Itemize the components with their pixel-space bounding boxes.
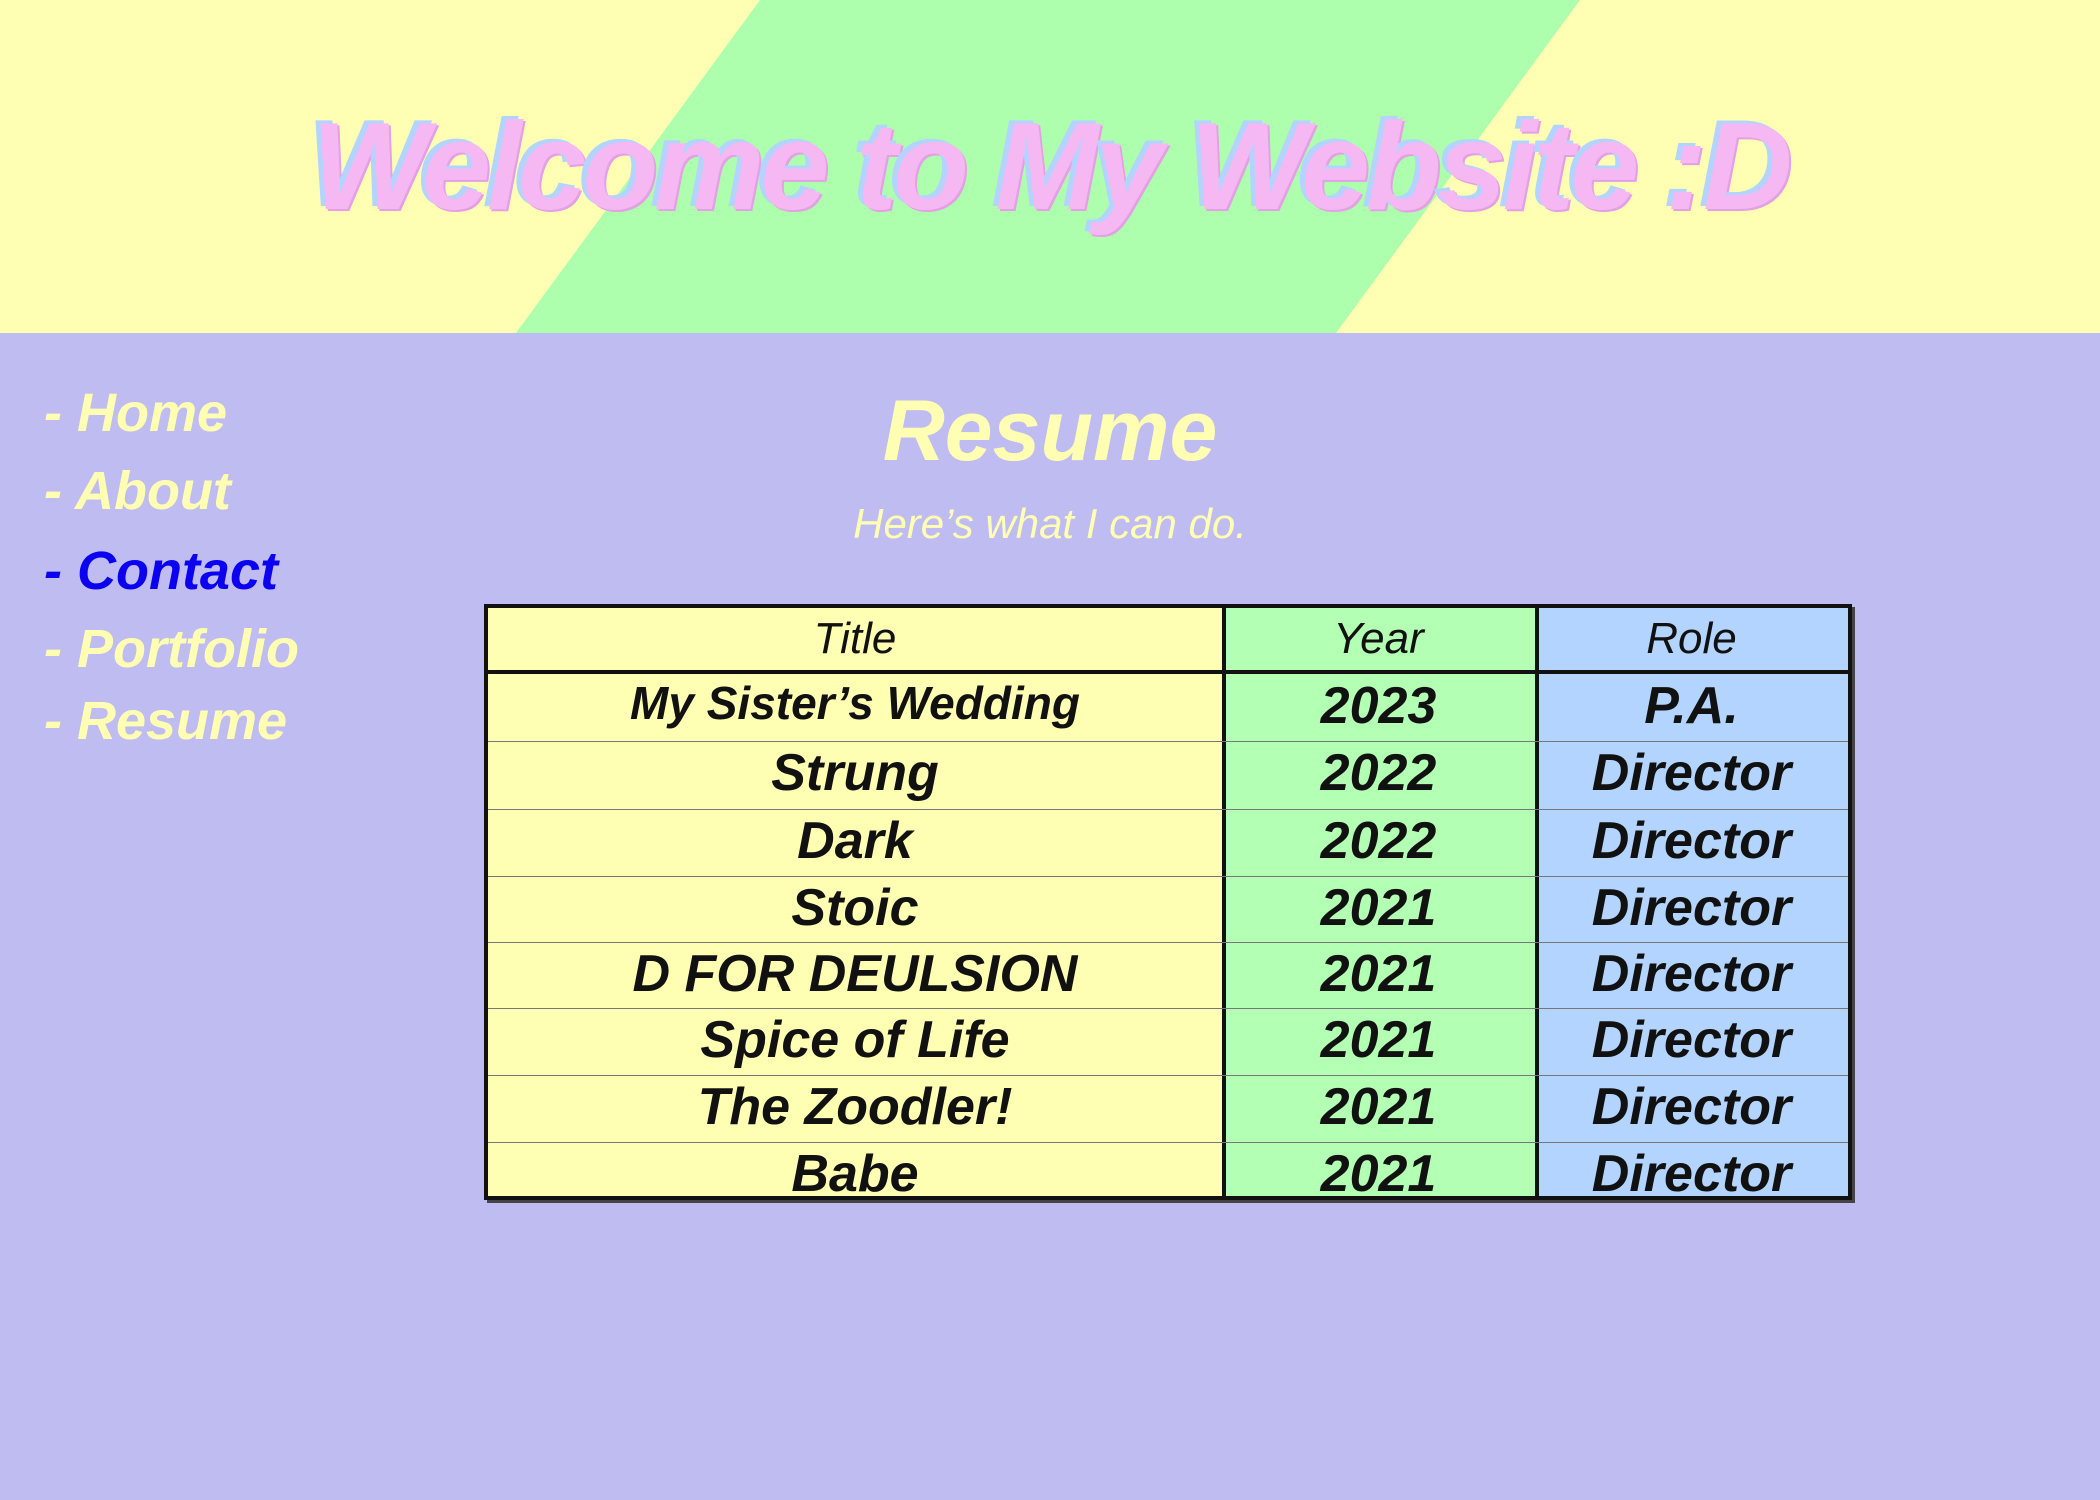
cell-year: 2021 — [1320, 945, 1437, 1003]
nav-home-link[interactable]: - Home — [44, 382, 227, 444]
cell-title: Babe — [791, 1145, 919, 1203]
row-divider — [488, 741, 1848, 742]
cell-title: Stoic — [791, 879, 919, 937]
cell-year: 2022 — [1320, 744, 1437, 802]
row-divider — [488, 1075, 1848, 1076]
cell-year: 2021 — [1320, 1078, 1437, 1136]
site-header: Welcome to My Website :D — [0, 0, 2100, 333]
cell-role: Director — [1591, 1078, 1792, 1136]
page-subtitle: Here’s what I can do. — [853, 500, 1247, 547]
cell-title: Strung — [771, 744, 939, 802]
cell-role: P.A. — [1644, 677, 1739, 735]
cell-year: 2021 — [1320, 879, 1437, 937]
cell-title: The Zoodler! — [697, 1078, 1013, 1136]
row-divider — [488, 942, 1848, 943]
cell-title: My Sister’s Wedding — [630, 677, 1080, 729]
row-divider — [488, 876, 1848, 877]
cell-role: Director — [1591, 879, 1792, 937]
cell-title: Dark — [797, 812, 913, 870]
column-header-title: Title — [813, 614, 897, 663]
row-divider — [488, 1142, 1848, 1143]
site-title: Welcome to My Website :D — [311, 98, 1792, 236]
nav-portfolio-link[interactable]: - Portfolio — [44, 618, 299, 680]
cell-title: D FOR DEULSION — [632, 945, 1078, 1003]
cell-year: 2023 — [1320, 677, 1437, 735]
cell-role: Director — [1591, 945, 1792, 1003]
column-header-year: Year — [1333, 614, 1424, 663]
cell-year: 2021 — [1320, 1011, 1437, 1069]
cell-role: Director — [1591, 744, 1792, 802]
cell-role: Director — [1591, 1011, 1792, 1069]
cell-year: 2021 — [1320, 1145, 1437, 1203]
row-divider — [488, 809, 1848, 810]
column-header-role: Role — [1646, 614, 1737, 663]
page-heading: Resume — [882, 383, 1218, 479]
cell-title: Spice of Life — [700, 1011, 1010, 1069]
nav-about-link[interactable]: - About — [44, 460, 231, 522]
nav-contact-link[interactable]: - Contact — [44, 540, 278, 602]
cell-role: Director — [1591, 1145, 1792, 1203]
row-divider — [488, 1008, 1848, 1009]
nav-resume-link[interactable]: - Resume — [44, 690, 287, 752]
resume-table: Title Year Role My Sister’s Wedding 2023 P.A.… — [484, 604, 1852, 1203]
cell-year: 2022 — [1320, 812, 1437, 870]
header-divider — [488, 670, 1848, 674]
cell-role: Director — [1591, 812, 1792, 870]
